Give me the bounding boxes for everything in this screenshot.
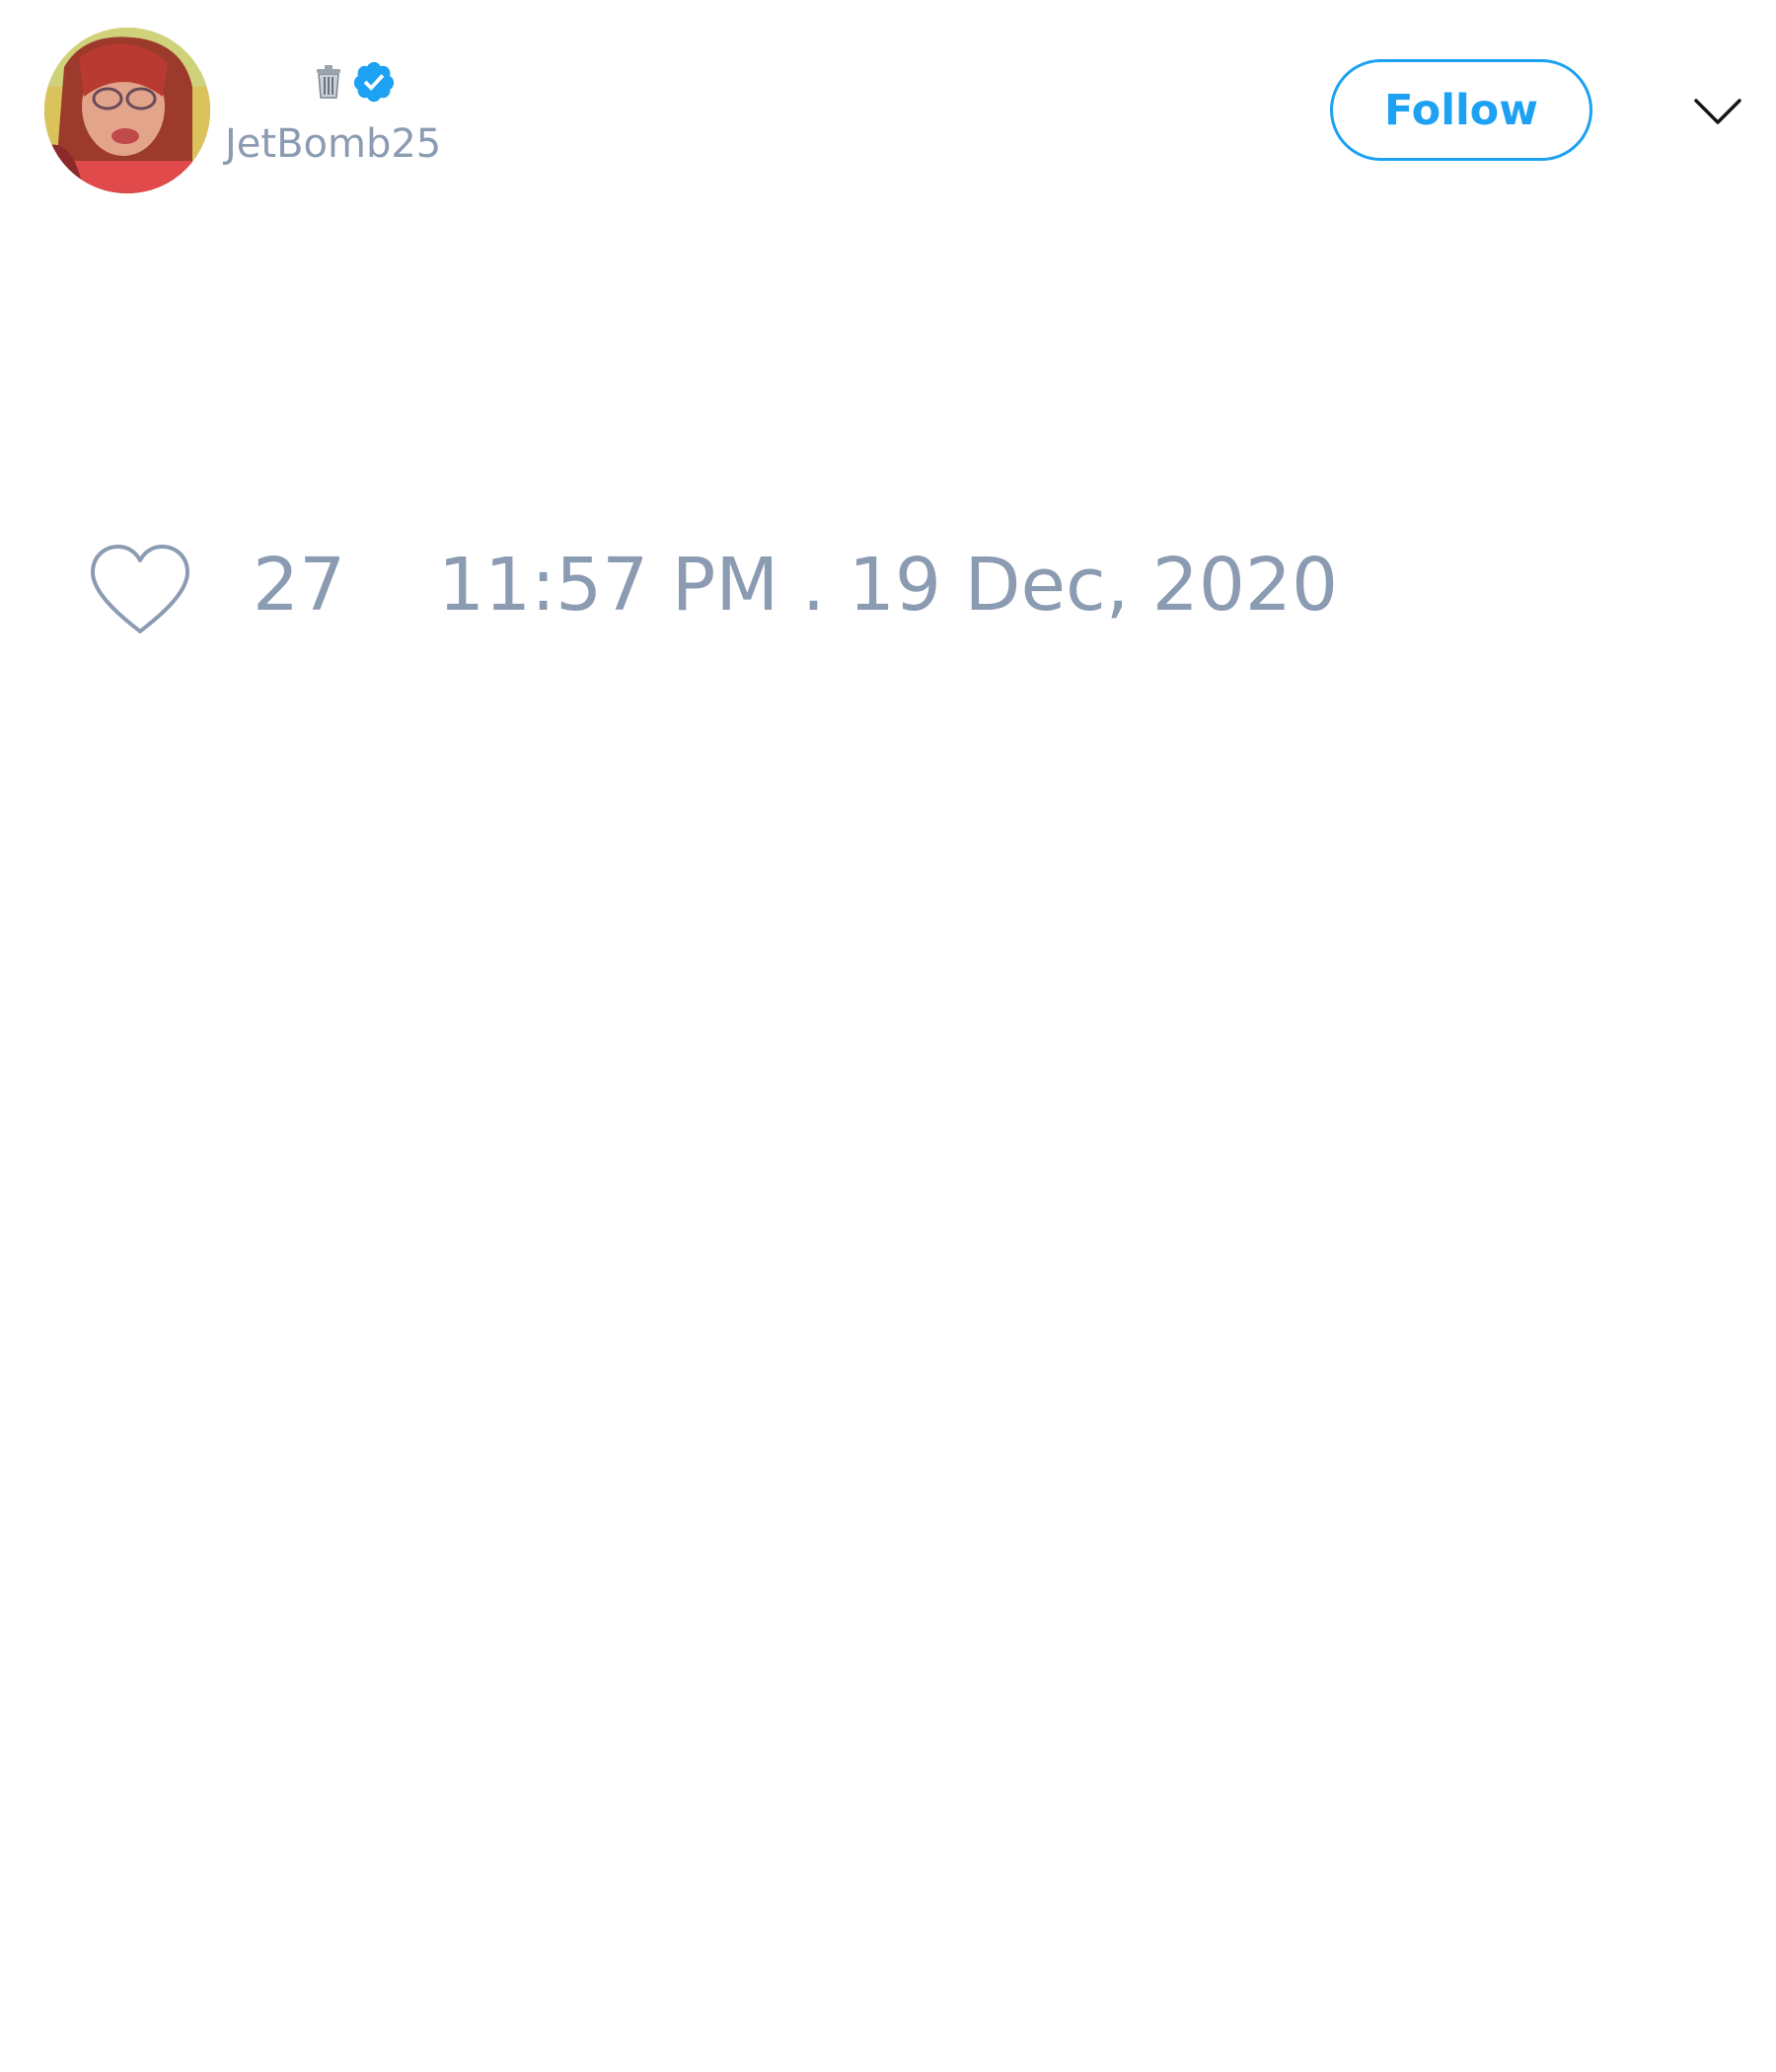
trash-icon: [317, 65, 340, 99]
chevron-down-icon[interactable]: [1693, 91, 1742, 130]
user-handle[interactable]: JetBomb25: [225, 124, 441, 164]
avatar[interactable]: [44, 28, 210, 193]
verified-icon: [353, 61, 395, 103]
tweet-timestamp[interactable]: 11:57 PM . 19 Dec, 2020: [438, 549, 1338, 622]
display-name: [314, 57, 397, 107]
like-count: 27: [253, 543, 346, 628]
follow-button[interactable]: Follow: [1330, 59, 1592, 161]
heart-icon[interactable]: [87, 543, 193, 637]
